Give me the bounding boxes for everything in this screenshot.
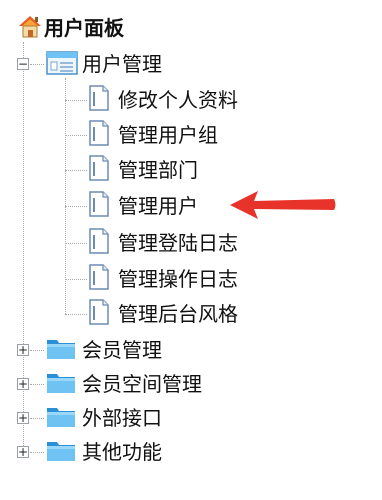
tree-item-label: 管理登陆日志 bbox=[118, 231, 238, 255]
tree-branch bbox=[65, 135, 87, 136]
home-icon bbox=[16, 12, 44, 44]
tree-branch bbox=[65, 279, 87, 280]
tree-item-label: 管理用户 bbox=[118, 194, 198, 218]
tree-root-label: 用户面板 bbox=[44, 16, 124, 40]
tree-node-member-management[interactable]: 会员管理 bbox=[46, 335, 162, 365]
folder-icon bbox=[46, 335, 76, 365]
tree-branch bbox=[65, 170, 87, 171]
tree-item-label: 管理部门 bbox=[118, 158, 198, 182]
tree-item-manage-departments[interactable]: 管理部门 bbox=[88, 155, 198, 185]
tree-node-external-api[interactable]: 外部接口 bbox=[46, 403, 162, 433]
page-icon bbox=[88, 263, 110, 295]
expand-toggle[interactable]: + bbox=[17, 378, 29, 390]
folder-open-icon bbox=[46, 48, 78, 80]
tree-item-edit-profile[interactable]: 修改个人资料 bbox=[88, 85, 238, 115]
page-icon bbox=[88, 84, 110, 116]
tree-item-manage-user-groups[interactable]: 管理用户组 bbox=[88, 120, 218, 150]
red-arrow-icon bbox=[230, 191, 336, 219]
tree-branch bbox=[30, 350, 44, 351]
tree-node-label: 外部接口 bbox=[82, 406, 162, 430]
page-icon bbox=[88, 190, 110, 222]
page-icon bbox=[88, 119, 110, 151]
tree-line-root bbox=[23, 42, 24, 454]
tree-node-user-management[interactable]: 用户管理 bbox=[46, 49, 162, 79]
folder-icon bbox=[46, 369, 76, 399]
tree-item-label: 修改个人资料 bbox=[118, 88, 238, 112]
expand-toggle[interactable]: + bbox=[17, 344, 29, 356]
expand-toggle[interactable]: + bbox=[17, 412, 29, 424]
tree-branch bbox=[65, 314, 87, 315]
tree-branch bbox=[65, 206, 87, 207]
collapse-toggle[interactable]: − bbox=[17, 58, 29, 70]
tree-item-login-logs[interactable]: 管理登陆日志 bbox=[88, 228, 238, 258]
tree-item-label: 管理用户组 bbox=[118, 123, 218, 147]
folder-icon bbox=[46, 437, 76, 467]
tree-branch bbox=[30, 418, 44, 419]
tree-branch bbox=[65, 100, 87, 101]
tree-item-label: 管理后台风格 bbox=[118, 302, 238, 326]
expand-toggle[interactable]: + bbox=[17, 446, 29, 458]
tree-node-label: 会员空间管理 bbox=[82, 372, 202, 396]
tree-root[interactable]: 用户面板 bbox=[16, 13, 124, 43]
tree-item-label: 管理操作日志 bbox=[118, 267, 238, 291]
tree-node-other-functions[interactable]: 其他功能 bbox=[46, 437, 162, 467]
page-icon bbox=[88, 298, 110, 330]
tree-node-label: 用户管理 bbox=[82, 52, 162, 76]
tree-node-label: 其他功能 bbox=[82, 440, 162, 464]
tree-item-admin-theme[interactable]: 管理后台风格 bbox=[88, 299, 238, 329]
folder-icon bbox=[46, 403, 76, 433]
tree-node-label: 会员管理 bbox=[82, 338, 162, 362]
tree-branch bbox=[30, 452, 44, 453]
user-panel-tree: 用户面板 − 用户管理 修改个人资料 管理用户组 管理部门 管理用户 管理登陆日… bbox=[0, 0, 382, 500]
tree-branch-user-management bbox=[30, 64, 44, 65]
tree-branch bbox=[30, 384, 44, 385]
tree-node-member-space[interactable]: 会员空间管理 bbox=[46, 369, 202, 399]
page-icon bbox=[88, 227, 110, 259]
page-icon bbox=[88, 154, 110, 186]
tree-branch bbox=[65, 243, 87, 244]
tree-item-manage-users[interactable]: 管理用户 bbox=[88, 191, 198, 221]
tree-item-operation-logs[interactable]: 管理操作日志 bbox=[88, 264, 238, 294]
